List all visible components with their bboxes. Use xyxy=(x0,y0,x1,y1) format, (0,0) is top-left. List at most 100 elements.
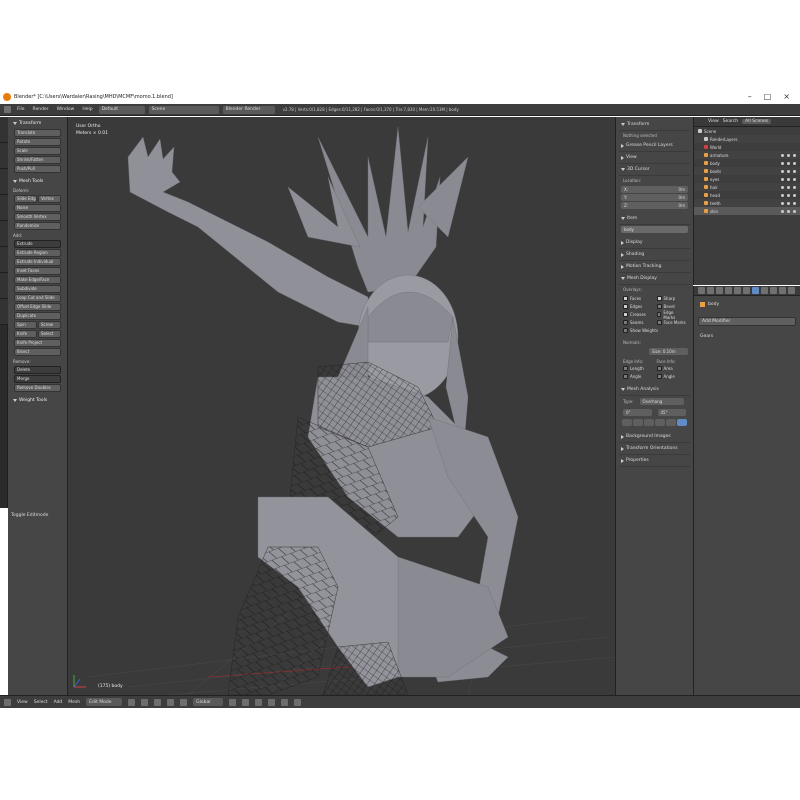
axis-button[interactable] xyxy=(666,419,676,426)
vertex-select-icon[interactable] xyxy=(229,698,237,706)
axis-button[interactable] xyxy=(644,419,654,426)
menu-render[interactable]: Render xyxy=(31,107,51,112)
outliner-row[interactable]: teeth xyxy=(694,199,800,207)
menu-add[interactable]: Add xyxy=(54,700,63,705)
range-max-field[interactable]: 45° xyxy=(657,409,686,416)
make-edge-face-button[interactable]: Make Edge/Face xyxy=(14,276,61,284)
outliner-view-menu[interactable]: View xyxy=(708,119,719,124)
viewport-shading-icon[interactable] xyxy=(128,698,136,706)
outliner-row[interactable]: armature xyxy=(694,151,800,159)
extrude-region-button[interactable]: Extrude Region xyxy=(14,249,61,257)
axis-button[interactable] xyxy=(622,419,632,426)
outliner-row[interactable]: boots xyxy=(694,167,800,175)
tab-grease-pencil[interactable] xyxy=(0,221,8,247)
layers-tab-icon[interactable] xyxy=(707,287,714,294)
screw-button[interactable]: Screw xyxy=(38,321,61,329)
world-tab-icon[interactable] xyxy=(725,287,732,294)
edge-select-icon[interactable] xyxy=(242,698,250,706)
visibility-icons[interactable] xyxy=(781,161,800,165)
material-tab-icon[interactable] xyxy=(770,287,777,294)
occlude-geometry-icon[interactable] xyxy=(268,698,276,706)
visibility-icons[interactable] xyxy=(781,177,800,181)
render-tab-icon[interactable] xyxy=(698,287,705,294)
analysis-type-select[interactable]: Overhang xyxy=(639,398,684,405)
vertex-slide-button[interactable]: Vertex xyxy=(38,195,61,203)
edges-checkbox[interactable]: Edges xyxy=(623,303,653,310)
render-engine-selector[interactable]: Blender Render xyxy=(222,105,275,114)
tab-relations[interactable] xyxy=(0,247,8,273)
minimize-button[interactable]: – xyxy=(748,92,752,101)
scene-selector[interactable]: Scene xyxy=(148,105,219,114)
visibility-icons[interactable] xyxy=(781,185,800,189)
edge-marks-checkbox[interactable]: Edge Marks xyxy=(656,310,687,320)
grease-pencil-layers-header[interactable]: Grease Pencil Layers xyxy=(619,140,690,152)
inset-faces-button[interactable]: Inset Faces xyxy=(14,267,61,275)
transform-panel-header[interactable]: Transform xyxy=(11,119,64,128)
tab-animation[interactable] xyxy=(0,273,8,299)
axis-button[interactable] xyxy=(655,419,665,426)
face-angle-checkbox[interactable]: Angle xyxy=(656,373,687,380)
offset-edge-slide-button[interactable]: Offset Edge Slide xyxy=(14,303,61,311)
tab-shading[interactable] xyxy=(0,169,8,195)
randomize-button[interactable]: Randomize xyxy=(14,222,61,230)
shrink-fatten-button[interactable]: Shrink/Fatten xyxy=(14,156,61,164)
normals-size-field[interactable]: Size: 0.10m xyxy=(649,348,688,355)
mesh-tools-header[interactable]: Mesh Tools xyxy=(11,177,64,186)
tab-create[interactable] xyxy=(0,143,8,169)
faces-checkbox[interactable]: Faces xyxy=(623,295,653,302)
outliner-search-menu[interactable]: Search xyxy=(723,119,738,124)
outliner-row-selected[interactable]: skin xyxy=(694,207,800,215)
proportional-editing-icon[interactable] xyxy=(281,698,289,706)
display-mode-select[interactable]: All Scenes xyxy=(742,119,772,124)
transform-orientations-header[interactable]: Transform Orientations xyxy=(619,443,690,455)
cursor-x-field[interactable]: X: 0m xyxy=(621,186,688,193)
physics-tab-icon[interactable] xyxy=(788,287,795,294)
object-tab-icon[interactable] xyxy=(734,287,741,294)
texture-tab-icon[interactable] xyxy=(779,287,786,294)
n-transform-header[interactable]: Transform xyxy=(619,119,690,131)
scene-tab-icon[interactable] xyxy=(716,287,723,294)
spin-button[interactable]: Spin xyxy=(14,321,37,329)
extrude-individual-button[interactable]: Extrude Individual xyxy=(14,258,61,266)
sharp-checkbox[interactable]: Sharp xyxy=(656,295,687,302)
translate-button[interactable]: Translate xyxy=(14,129,61,137)
loop-cut-button[interactable]: Loop Cut and Slide xyxy=(14,294,61,302)
knife-button[interactable]: Knife xyxy=(14,330,37,338)
face-select-icon[interactable] xyxy=(255,698,263,706)
visibility-icons[interactable] xyxy=(781,209,800,213)
menu-file[interactable]: File xyxy=(15,107,27,112)
outliner-row[interactable]: head xyxy=(694,191,800,199)
visibility-icons[interactable] xyxy=(781,201,800,205)
3d-viewport[interactable]: User Ortho Meters × 0.01 (175) body xyxy=(68,117,615,695)
pivot-point-icon[interactable] xyxy=(141,698,149,706)
editor-type-icon[interactable] xyxy=(4,106,11,113)
menu-window[interactable]: Window xyxy=(55,107,77,112)
cursor-y-field[interactable]: Y: 0m xyxy=(621,194,688,201)
outliner-row[interactable]: World xyxy=(694,143,800,151)
data-tab-icon[interactable] xyxy=(761,287,768,294)
weight-tools-header[interactable]: Weight Tools xyxy=(11,396,64,405)
face-marks-checkbox[interactable]: Face Marks xyxy=(656,319,687,326)
outliner-row[interactable]: Scene xyxy=(694,127,800,135)
outliner-row[interactable]: eyes xyxy=(694,175,800,183)
display-header[interactable]: Display xyxy=(619,237,690,249)
shading-header[interactable]: Shading xyxy=(619,249,690,261)
menu-mesh[interactable]: Mesh xyxy=(68,700,80,705)
visibility-icons[interactable] xyxy=(781,193,800,197)
remove-doubles-button[interactable]: Remove Doubles xyxy=(14,384,61,392)
axis-button-active[interactable] xyxy=(677,419,687,426)
smooth-vertex-button[interactable]: Smooth Vertex xyxy=(14,213,61,221)
scale-button[interactable]: Scale xyxy=(14,147,61,155)
area-checkbox[interactable]: Area xyxy=(656,365,687,372)
add-modifier-dropdown[interactable]: Add Modifier xyxy=(698,317,796,326)
slide-edge-button[interactable]: Slide Edge xyxy=(14,195,37,203)
item-name-field[interactable]: body xyxy=(621,226,688,233)
outliner-row[interactable]: RenderLayers xyxy=(694,135,800,143)
gears-panel-header[interactable]: Gears xyxy=(694,330,800,343)
show-weights-checkbox[interactable]: Show Weights xyxy=(619,327,690,334)
extrude-dropdown[interactable]: Extrude xyxy=(14,240,61,248)
subdivide-button[interactable]: Subdivide xyxy=(14,285,61,293)
menu-select[interactable]: Select xyxy=(34,700,48,705)
creases-checkbox[interactable]: Creases xyxy=(623,311,653,318)
3d-cursor-header[interactable]: 3D Cursor xyxy=(619,164,690,176)
